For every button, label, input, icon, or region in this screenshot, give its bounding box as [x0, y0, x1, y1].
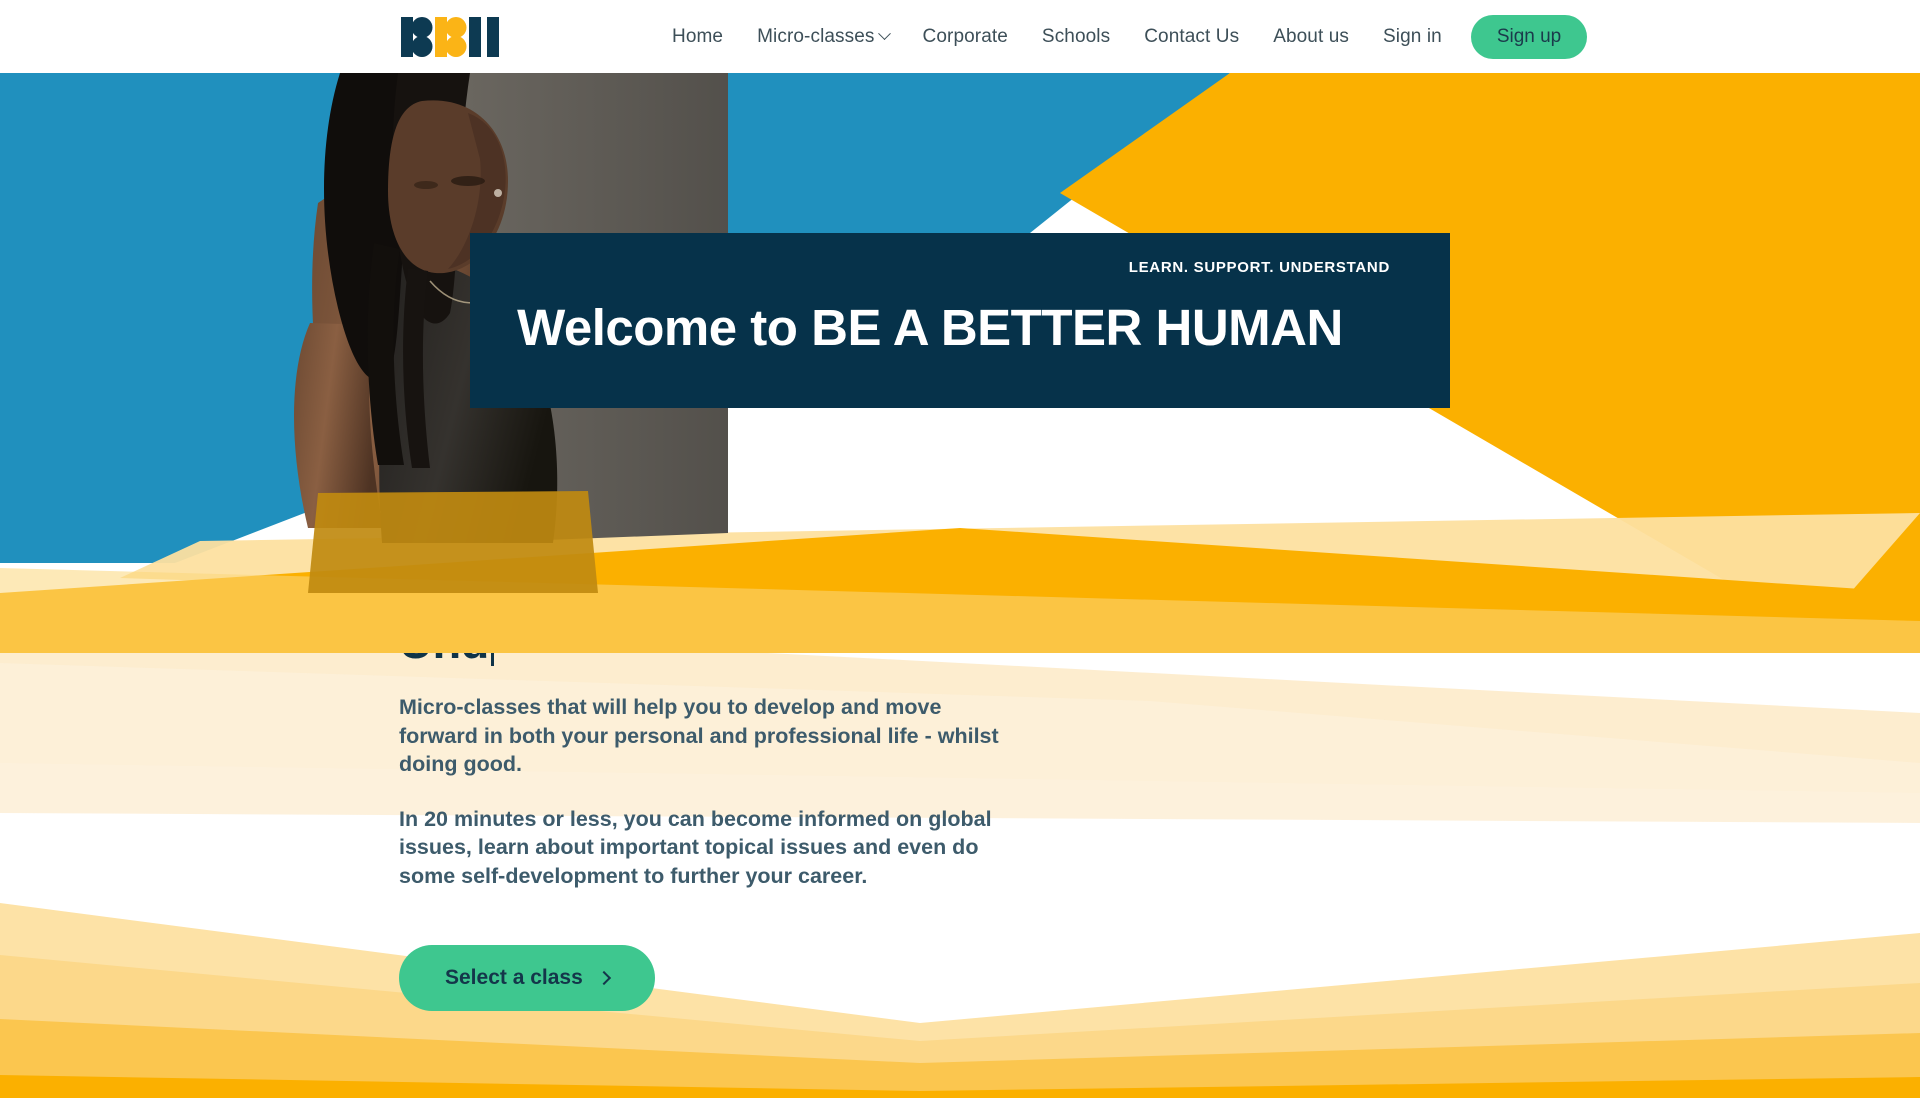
- site-header: Home Micro-classes Corporate Schools Con…: [0, 0, 1920, 73]
- nav-item-label: Home: [672, 25, 724, 47]
- hero-banner: LEARN. SUPPORT. UNDERSTAND Welcome to BE…: [470, 233, 1450, 408]
- main-navigation: Home Micro-classes Corporate Schools Con…: [655, 0, 1588, 73]
- nav-item-label: Sign in: [1383, 25, 1442, 47]
- page-title-text: Und: [399, 653, 489, 668]
- nav-item-label: About us: [1273, 25, 1350, 47]
- bbh-logo-icon[interactable]: [401, 17, 501, 57]
- chevron-down-icon: [877, 27, 891, 41]
- page-title: Und: [399, 653, 1099, 669]
- nav-item-label: Micro-classes: [757, 25, 875, 47]
- sign-up-button[interactable]: Sign up: [1470, 14, 1588, 59]
- nav-item-schools[interactable]: Schools: [1025, 26, 1127, 48]
- select-a-class-button[interactable]: Select a class: [399, 944, 655, 1011]
- nav-item-contact-us[interactable]: Contact Us: [1127, 26, 1256, 48]
- nav-item-label: Corporate: [922, 25, 1008, 47]
- nav-item-home[interactable]: Home: [655, 26, 740, 48]
- intro-section: Und Micro-classes that will help you to …: [0, 653, 1920, 1098]
- nav-item-corporate[interactable]: Corporate: [906, 26, 1025, 48]
- intro-paragraph-1: Micro-classes that will help you to deve…: [399, 695, 999, 777]
- nav-item-label: Schools: [1041, 25, 1111, 47]
- intro-content: Und Micro-classes that will help you to …: [399, 653, 1099, 1011]
- text-cursor-icon: [490, 653, 494, 666]
- nav-item-micro-classes[interactable]: Micro-classes: [740, 26, 905, 48]
- hero-kicker: LEARN. SUPPORT. UNDERSTAND: [1128, 259, 1390, 276]
- hero-section: LEARN. SUPPORT. UNDERSTAND Welcome to BE…: [0, 73, 1920, 653]
- nav-item-label: Contact Us: [1144, 25, 1240, 47]
- nav-item-about-us[interactable]: About us: [1256, 26, 1366, 48]
- hero-title: Welcome to BE A BETTER HUMAN: [517, 299, 1343, 356]
- chevron-right-icon: [596, 970, 611, 985]
- nav-item-sign-in[interactable]: Sign in: [1366, 26, 1459, 48]
- intro-paragraph-2: In 20 minutes or less, you can become in…: [399, 806, 992, 889]
- select-a-class-label: Select a class: [445, 965, 583, 989]
